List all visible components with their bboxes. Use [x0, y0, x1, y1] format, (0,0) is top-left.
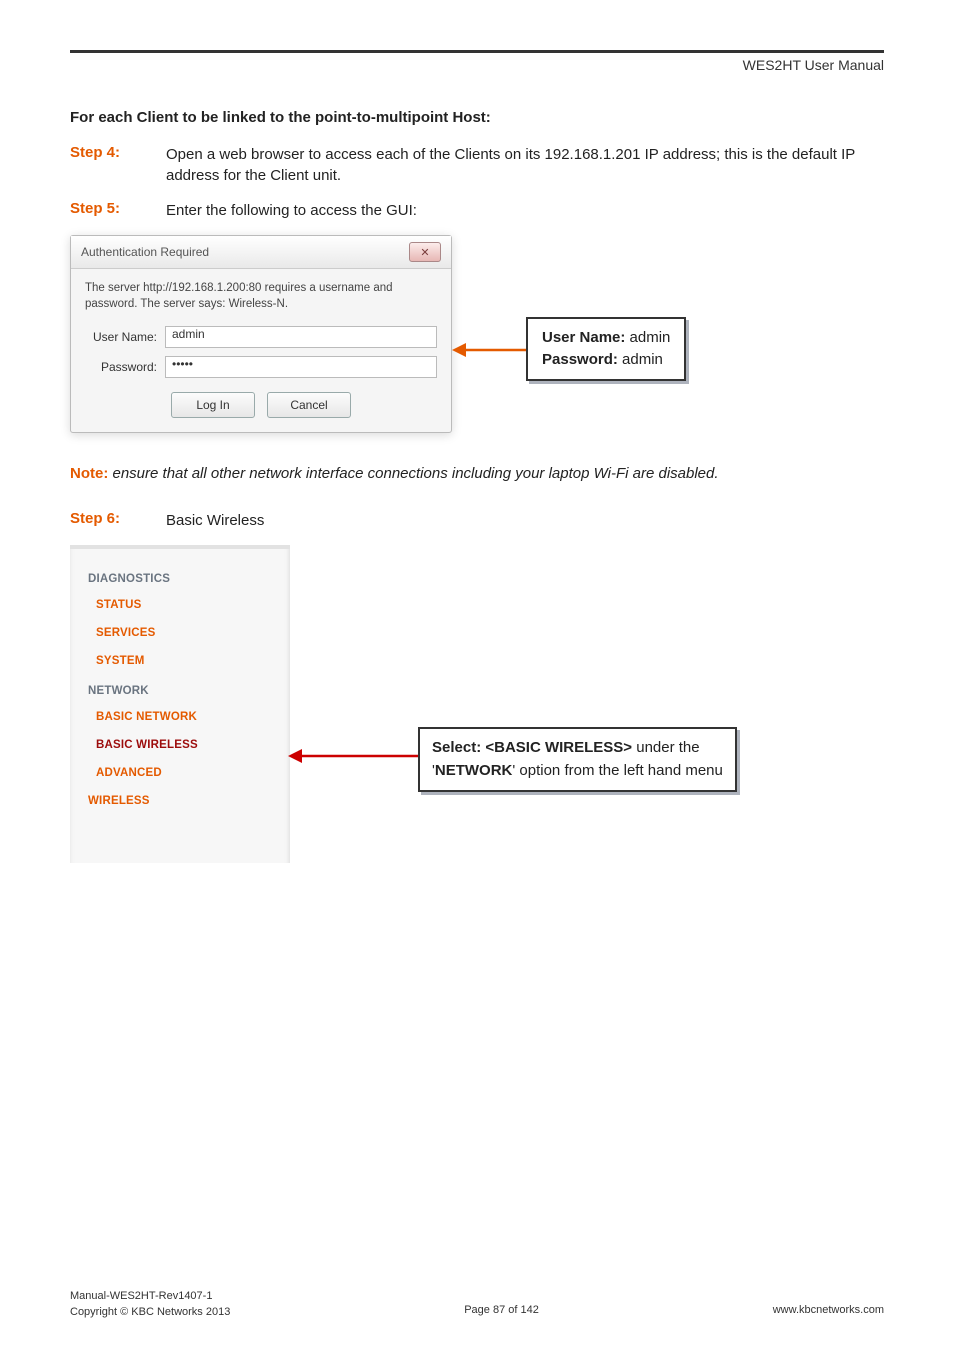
sidebar-illustration: DIAGNOSTICS STATUS SERVICES SYSTEM NETWO… — [70, 545, 890, 875]
step-5-body: Enter the following to access the GUI: — [166, 200, 884, 221]
section-heading: For each Client to be linked to the poin… — [70, 109, 884, 126]
step-4-body: Open a web browser to access each of the… — [166, 144, 884, 186]
step-6-body: Basic Wireless — [166, 510, 884, 531]
sidebar-panel: DIAGNOSTICS STATUS SERVICES SYSTEM NETWO… — [70, 545, 290, 863]
close-icon[interactable]: ✕ — [409, 242, 441, 262]
sidebar-item-services[interactable]: SERVICES — [70, 619, 290, 647]
password-input[interactable]: ••••• — [165, 356, 437, 378]
callout2-l2-suffix: ' option from the left hand menu — [512, 762, 723, 779]
callout-pass-value: admin — [618, 351, 663, 368]
header-rule — [70, 50, 884, 53]
footer-page-number: Page 87 of 142 — [230, 1303, 772, 1318]
step-5-row: Step 5: Enter the following to access th… — [70, 200, 884, 221]
callout2-select-label: Select: — [432, 739, 485, 756]
username-input[interactable]: admin — [165, 326, 437, 348]
step-4-row: Step 4: Open a web browser to access eac… — [70, 144, 884, 186]
arrow-left-icon — [288, 745, 422, 767]
password-label: Password: — [85, 360, 157, 374]
footer-left: Manual-WES2HT-Rev1407-1 Copyright © KBC … — [70, 1289, 230, 1320]
auth-dialog: Authentication Required ✕ The server htt… — [70, 235, 452, 433]
sidebar-head-network: NETWORK — [70, 675, 290, 703]
step-4-label: Step 4: — [70, 144, 140, 186]
note-body: ensure that all other network interface … — [108, 465, 718, 482]
callout2-l1-suffix: under the — [632, 739, 700, 756]
note-block: Note: ensure that all other network inte… — [70, 463, 884, 484]
sidebar-item-system[interactable]: SYSTEM — [70, 647, 290, 675]
auth-dialog-message: The server http://192.168.1.200:80 requi… — [85, 281, 437, 312]
footer-manual-id: Manual-WES2HT-Rev1407-1 — [70, 1289, 230, 1304]
step-6-label: Step 6: — [70, 510, 140, 531]
callout2-network-label: NETWORK — [435, 762, 513, 779]
auth-titlebar: Authentication Required ✕ — [71, 236, 451, 269]
callout-user-label: User Name: — [542, 329, 625, 346]
callout-user-value: admin — [625, 329, 670, 346]
sidebar-item-advanced[interactable]: ADVANCED — [70, 759, 290, 787]
login-button[interactable]: Log In — [171, 392, 255, 418]
page-footer: Manual-WES2HT-Rev1407-1 Copyright © KBC … — [70, 1289, 884, 1320]
credentials-callout: User Name: admin Password: admin — [526, 317, 686, 381]
footer-right: www.kbcnetworks.com — [773, 1289, 884, 1320]
auth-illustration: Authentication Required ✕ The server htt… — [70, 235, 890, 435]
footer-copyright: Copyright © KBC Networks 2013 — [70, 1305, 230, 1320]
sidebar-item-basic-wireless[interactable]: BASIC WIRELESS — [70, 731, 290, 759]
sidebar-item-basic-network[interactable]: BASIC NETWORK — [70, 703, 290, 731]
basic-wireless-callout: Select: <BASIC WIRELESS> under the 'NETW… — [418, 727, 737, 792]
callout2-menu-value: <BASIC WIRELESS> — [485, 739, 632, 756]
step-6-row: Step 6: Basic Wireless — [70, 510, 884, 531]
arrow-left-icon — [452, 337, 528, 363]
auth-dialog-title: Authentication Required — [81, 245, 209, 259]
cancel-button[interactable]: Cancel — [267, 392, 351, 418]
username-label: User Name: — [85, 330, 157, 344]
sidebar-head-diagnostics: DIAGNOSTICS — [70, 563, 290, 591]
callout-pass-label: Password: — [542, 351, 618, 368]
doc-title: WES2HT User Manual — [70, 57, 884, 73]
sidebar-item-wireless[interactable]: WIRELESS — [70, 787, 290, 815]
footer-center: Page 87 of 142 — [230, 1289, 772, 1320]
note-label: Note: — [70, 465, 108, 482]
footer-url: www.kbcnetworks.com — [773, 1303, 884, 1318]
step-5-label: Step 5: — [70, 200, 140, 221]
sidebar-item-status[interactable]: STATUS — [70, 591, 290, 619]
